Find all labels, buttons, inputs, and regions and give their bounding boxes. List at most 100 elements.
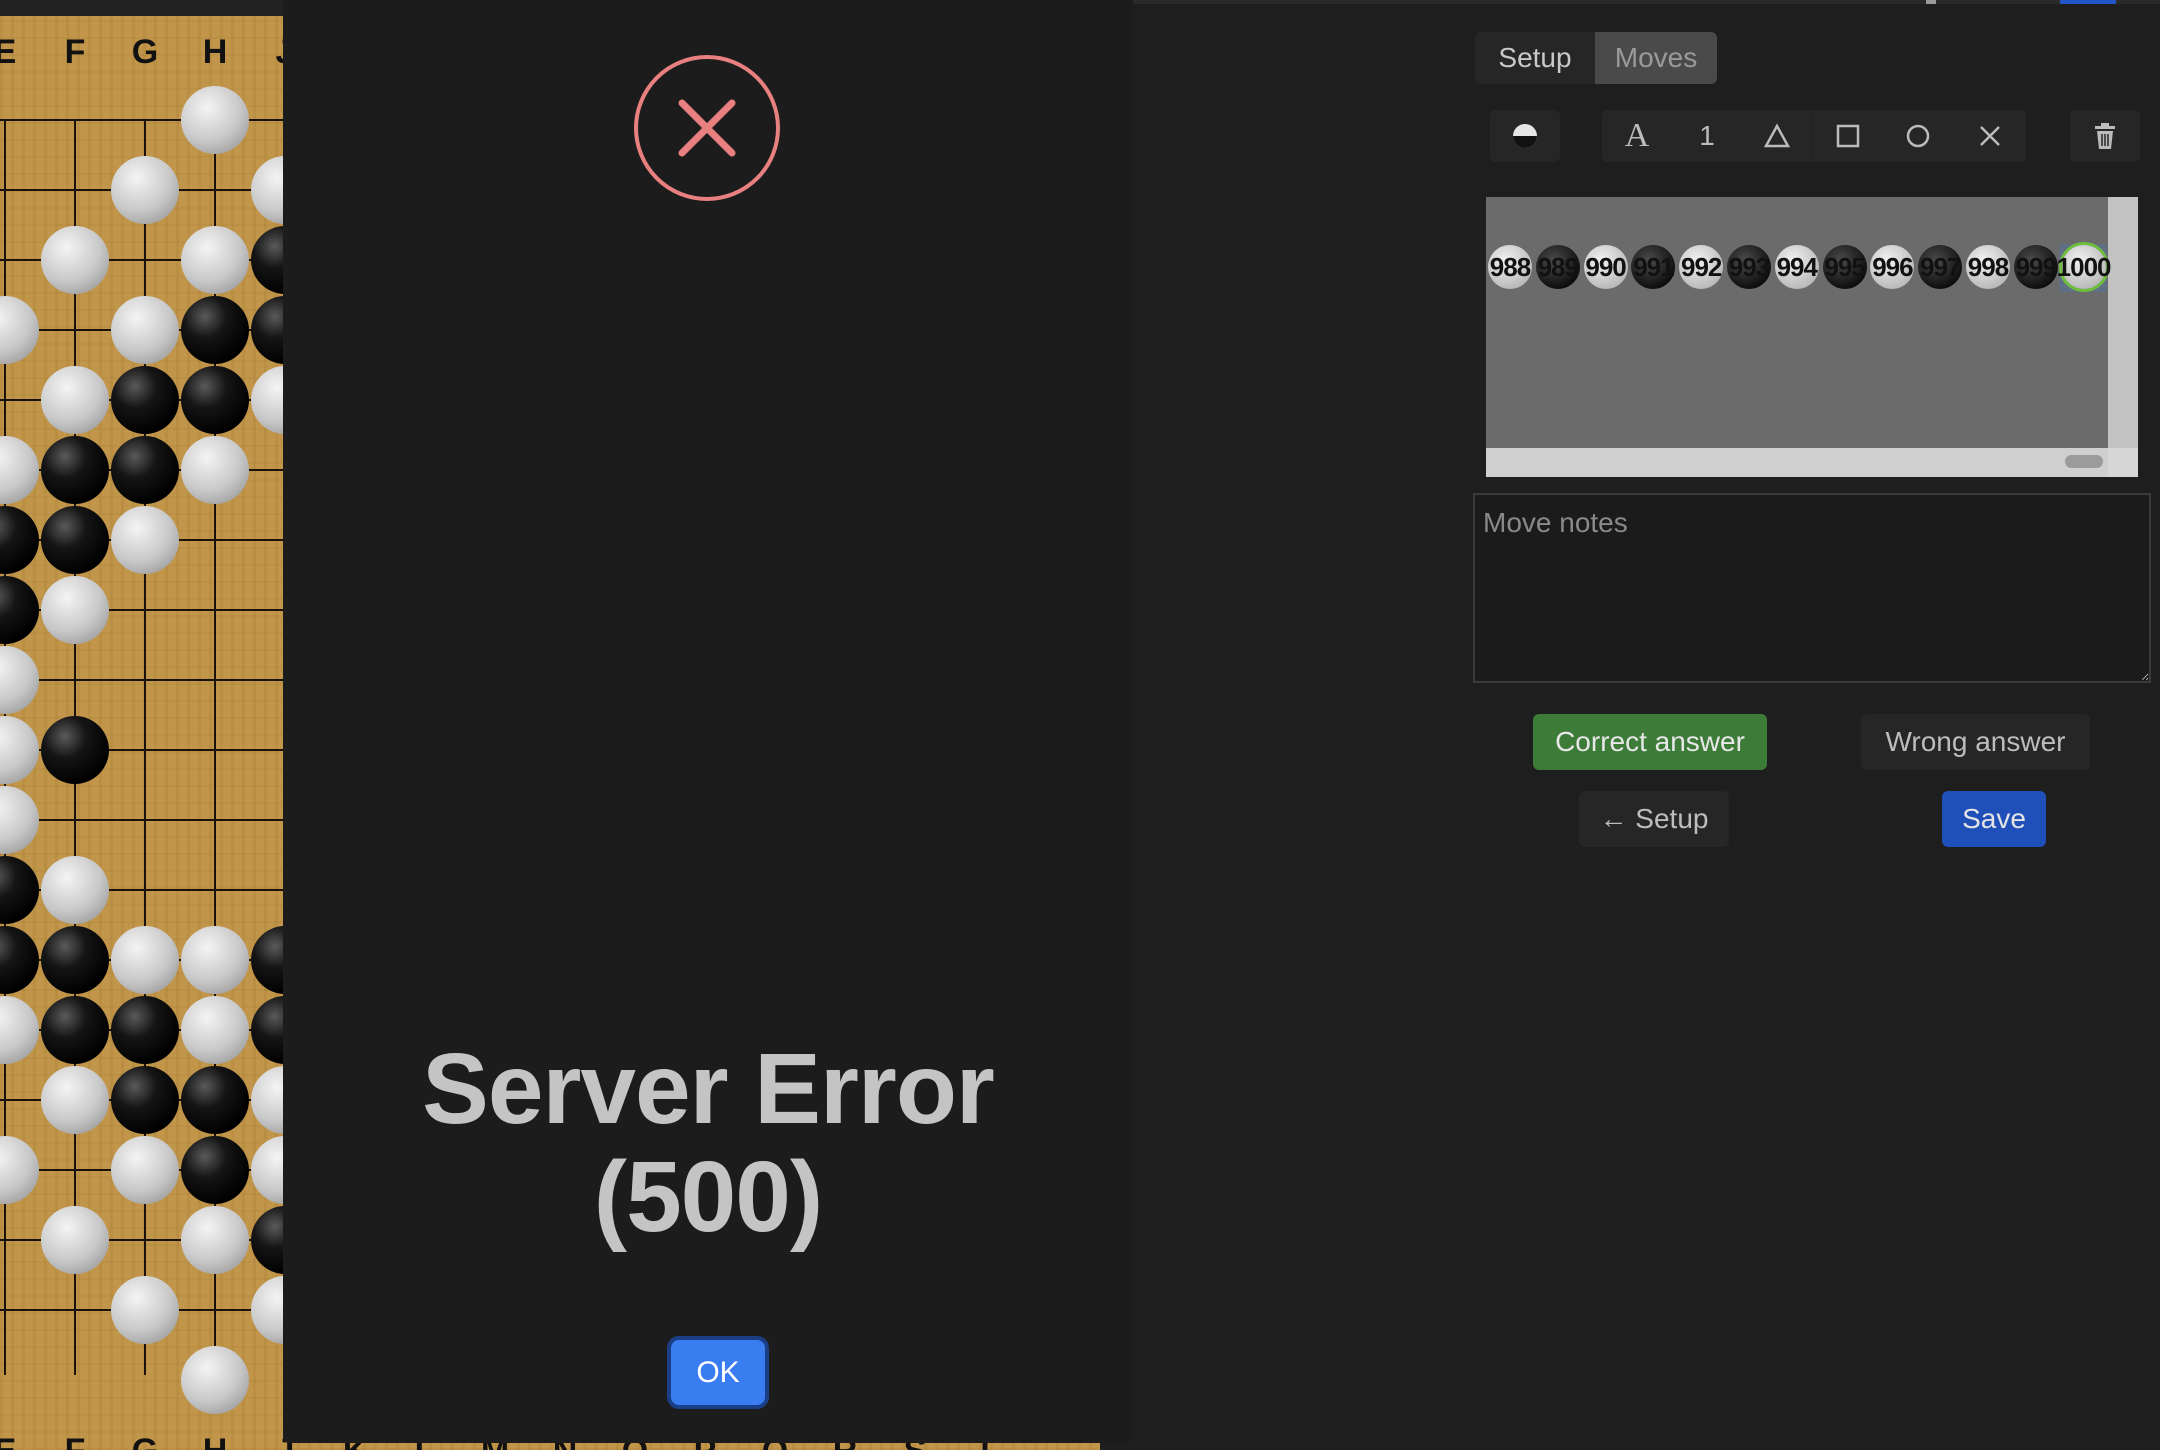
trash-icon	[2095, 123, 2115, 149]
white-stone	[41, 1206, 109, 1274]
cross-icon	[1979, 126, 2000, 146]
white-stone	[181, 996, 249, 1064]
move-node[interactable]: 994	[1774, 245, 1819, 289]
tab-setup[interactable]: Setup	[1475, 32, 1595, 84]
board-coordinate-top: F	[65, 33, 86, 71]
ok-button[interactable]: OK	[671, 1340, 765, 1405]
move-node[interactable]: 996	[1870, 245, 1915, 289]
resize-handle[interactable]	[2108, 448, 2138, 477]
black-stone	[111, 1066, 179, 1134]
stone-color-button[interactable]	[1490, 110, 1560, 162]
move-node-current[interactable]: 1000	[2057, 245, 2112, 289]
move-node[interactable]: 989	[1535, 245, 1580, 289]
move-number: 994	[1776, 251, 1818, 282]
move-number: 993	[1728, 251, 1770, 282]
black-stone	[181, 1136, 249, 1204]
white-stone	[111, 296, 179, 364]
letter-tool-button[interactable]: A	[1602, 110, 1672, 162]
move-number: 1000	[2056, 251, 2112, 282]
delete-button[interactable]	[2070, 110, 2140, 162]
move-number: 990	[1585, 251, 1626, 282]
move-tree[interactable]	[1486, 197, 2138, 477]
white-stone	[0, 1136, 39, 1204]
white-stone	[0, 786, 39, 854]
number-tool-button[interactable]: 1	[1672, 110, 1742, 162]
white-stone	[181, 226, 249, 294]
black-stone	[0, 576, 39, 644]
black-stone	[0, 506, 39, 574]
circle-tool-button[interactable]	[1883, 110, 1953, 162]
circle-icon	[1906, 124, 1930, 148]
black-stone	[111, 366, 179, 434]
move-tree-horizontal-scrollbar[interactable]	[1486, 448, 2108, 477]
move-number: 996	[1872, 251, 1913, 282]
white-stone	[111, 506, 179, 574]
move-node[interactable]: 993	[1727, 245, 1771, 289]
move-tree-vertical-scrollbar[interactable]	[2108, 197, 2138, 477]
white-stone	[111, 156, 179, 224]
correct-answer-button[interactable]: Correct answer	[1533, 714, 1767, 770]
white-stone	[41, 856, 109, 924]
scrollbar-thumb[interactable]	[2065, 455, 2103, 468]
white-stone	[0, 296, 39, 364]
move-number: 991	[1633, 251, 1674, 282]
top-border	[1133, 0, 2160, 4]
move-node[interactable]: 999	[2013, 245, 2058, 289]
error-dialog: Server Error (500) OK	[283, 0, 1133, 1443]
number-icon: 1	[1699, 120, 1715, 151]
move-node[interactable]: 998	[1966, 245, 2010, 289]
move-node[interactable]: 988	[1488, 245, 1532, 289]
black-stone	[181, 296, 249, 364]
square-tool-button[interactable]	[1813, 110, 1883, 162]
move-number: 999	[2015, 251, 2057, 282]
board-coordinate-bottom: F	[65, 1432, 86, 1450]
save-button[interactable]: Save	[1942, 791, 2046, 847]
black-stone	[111, 436, 179, 504]
letter-icon: A	[1624, 117, 1650, 154]
black-stone	[181, 366, 249, 434]
square-icon	[1836, 124, 1860, 148]
white-stone	[181, 926, 249, 994]
move-notes-textarea[interactable]	[1473, 493, 2151, 683]
move-node[interactable]: 990	[1583, 245, 1628, 289]
black-stone	[41, 716, 109, 784]
move-number: 998	[1967, 251, 2009, 282]
white-stone	[111, 926, 179, 994]
cross-tool-button[interactable]	[1953, 110, 2026, 162]
dialog-title: Server Error (500)	[422, 1033, 995, 1253]
move-node[interactable]: 991	[1631, 245, 1676, 289]
tab-moves[interactable]: Moves	[1595, 32, 1717, 84]
board-coordinate-top: E	[0, 33, 16, 71]
white-stone	[181, 1206, 249, 1274]
stone-color-icon	[1513, 124, 1537, 148]
top-accent	[2060, 0, 2116, 4]
board-coordinate-top: H	[203, 33, 228, 71]
black-stone	[0, 856, 39, 924]
white-stone	[0, 436, 39, 504]
black-stone	[41, 996, 109, 1064]
top-tick	[1926, 0, 1936, 4]
back-to-setup-button[interactable]: ← Setup	[1579, 791, 1729, 847]
white-stone	[181, 436, 249, 504]
move-node[interactable]: 997	[1918, 245, 1963, 289]
white-stone	[181, 1346, 249, 1414]
white-stone	[41, 576, 109, 644]
black-stone	[41, 926, 109, 994]
white-stone	[0, 646, 39, 714]
move-number: 995	[1824, 251, 1865, 282]
board-coordinate-bottom: H	[203, 1432, 228, 1450]
move-node[interactable]: 992	[1679, 245, 1724, 289]
move-number: 988	[1489, 251, 1531, 282]
wrong-answer-button[interactable]: Wrong answer	[1861, 714, 2090, 770]
move-number: 997	[1919, 251, 1961, 282]
white-stone	[111, 1136, 179, 1204]
move-node[interactable]: 995	[1822, 245, 1867, 289]
triangle-tool-button[interactable]	[1742, 110, 1812, 162]
board-coordinate-top: G	[132, 33, 158, 71]
white-stone	[181, 86, 249, 154]
board-coordinate-bottom: G	[132, 1432, 158, 1450]
black-stone	[41, 506, 109, 574]
white-stone	[0, 716, 39, 784]
move-number: 989	[1537, 251, 1579, 282]
white-stone	[41, 366, 109, 434]
